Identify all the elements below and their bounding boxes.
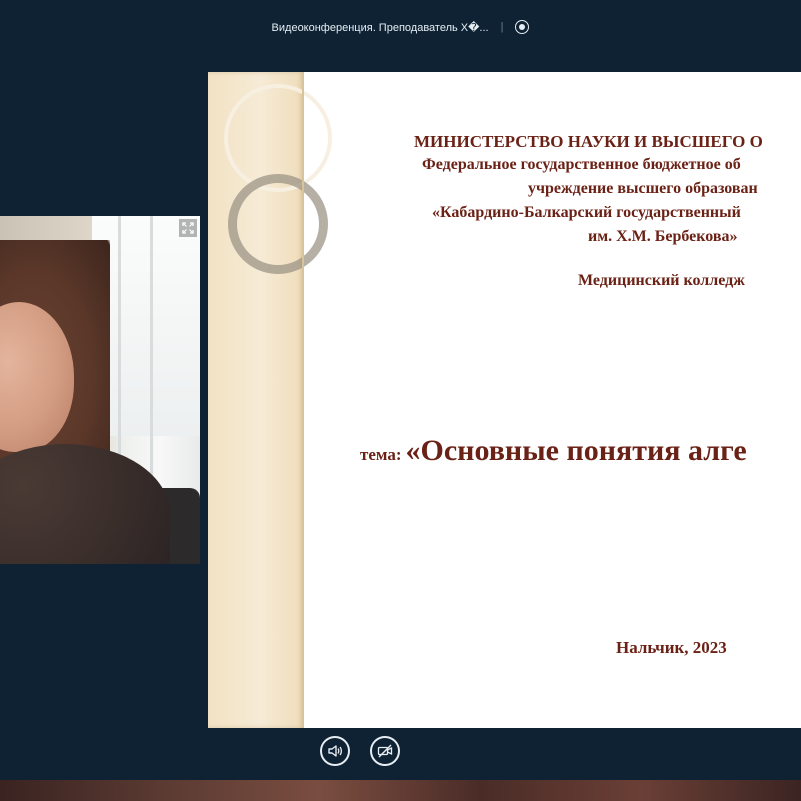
- slide-city-year: Нальчик, 2023: [616, 638, 727, 657]
- header-divider: |: [500, 21, 504, 33]
- slide-institution-line: «Кабардино-Балкарский государственный: [432, 204, 741, 221]
- desktop-bottom-strip: [0, 780, 801, 801]
- slide-topic: тема: «Основные понятия алге: [360, 434, 747, 468]
- record-icon[interactable]: [515, 20, 530, 34]
- speaker-icon[interactable]: [320, 736, 350, 766]
- slide-institution-line: им. Х.М. Бербекова»: [588, 228, 738, 245]
- expand-icon[interactable]: [179, 219, 197, 237]
- slide-institution-line: Федеральное государственное бюджетное об: [422, 156, 741, 173]
- call-controls: [0, 736, 801, 772]
- slide-decor-strip: [208, 72, 332, 728]
- conference-header: Видеоконференция. Преподаватель Х�... |: [0, 14, 801, 40]
- conference-stage: Видеоконференция. Преподаватель Х�... | …: [0, 0, 801, 780]
- slide-content: МИНИСТЕРСТВО НАУКИ И ВЫСШЕГО О Федеральн…: [304, 72, 801, 728]
- conference-title: Видеоконференция. Преподаватель Х�...: [271, 21, 489, 34]
- participant-sweater: [0, 444, 170, 564]
- slide-topic-title: «Основные понятия алге: [405, 434, 747, 467]
- camera-off-icon[interactable]: [370, 736, 400, 766]
- presentation-slide: МИНИСТЕРСТВО НАУКИ И ВЫСШЕГО О Федеральн…: [208, 72, 801, 728]
- slide-topic-label: тема:: [360, 445, 402, 464]
- slide-college: Медицинский колледж: [578, 272, 745, 289]
- slide-ministry: МИНИСТЕРСТВО НАУКИ И ВЫСШЕГО О: [414, 132, 763, 151]
- participant-video[interactable]: [0, 216, 200, 564]
- slide-institution-line: учреждение высшего образован: [528, 180, 758, 197]
